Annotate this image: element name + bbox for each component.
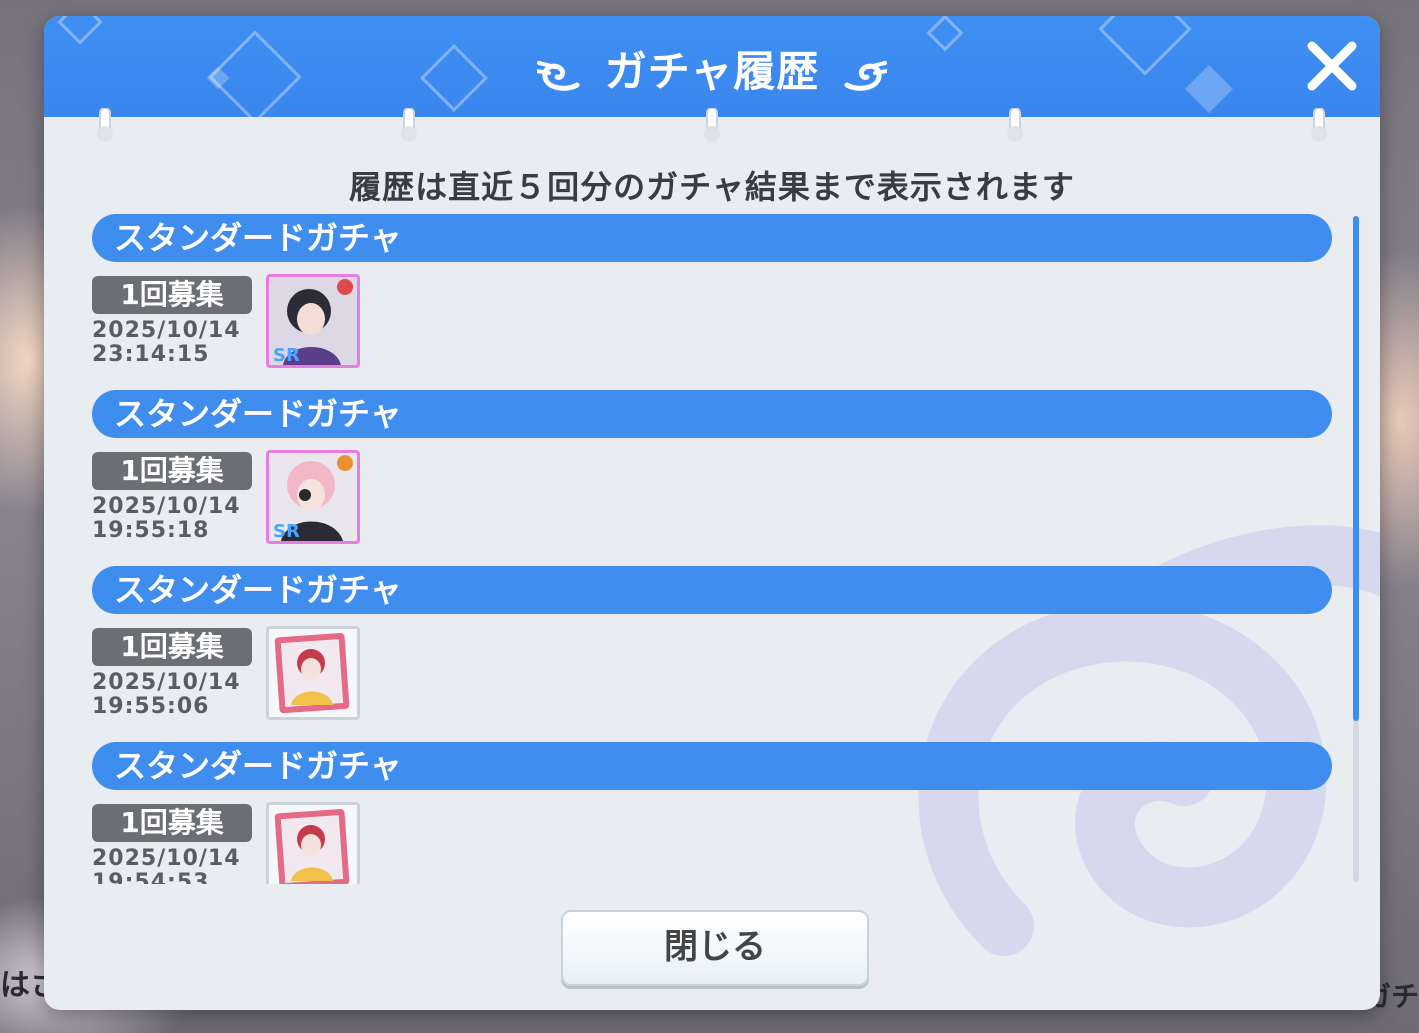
history-list[interactable]: スタンダードガチャ 1回募集 2025/10/14 23:14:15 SR スタ… <box>92 214 1334 884</box>
history-scrollbar[interactable] <box>1353 216 1359 882</box>
dialog-header: ガチャ履歴 <box>44 16 1380 117</box>
history-entry: スタンダードガチャ 1回募集 2025/10/14 19:54:53 <box>92 742 1334 884</box>
character-card-icon[interactable]: SR <box>266 274 360 368</box>
photo-card-icon[interactable] <box>266 626 360 720</box>
gacha-history-dialog: ガチャ履歴 履歴は直近５回分のガチャ結果まで表示されます スタンダードガチャ 1… <box>44 16 1380 1010</box>
scrollbar-thumb[interactable] <box>1353 216 1359 721</box>
draw-time: 19:54:53 <box>92 870 210 884</box>
svg-text:SR: SR <box>273 521 300 541</box>
draw-time: 19:55:06 <box>92 694 210 719</box>
draw-type-badge: 1回募集 <box>92 452 252 490</box>
binder-rings <box>44 108 1380 148</box>
draw-type-badge: 1回募集 <box>92 804 252 842</box>
binder-ring-icon <box>401 108 417 142</box>
history-entry: スタンダードガチャ 1回募集 2025/10/14 23:14:15 SR <box>92 214 1334 390</box>
gacha-name: スタンダードガチャ <box>92 566 1332 614</box>
binder-ring-icon <box>1311 108 1327 142</box>
history-notice: 履歴は直近５回分のガチャ結果まで表示されます <box>349 168 1075 206</box>
photo-card-icon[interactable] <box>266 802 360 884</box>
gacha-name: スタンダードガチャ <box>92 742 1332 790</box>
draw-time: 23:14:15 <box>92 342 210 367</box>
draw-date: 2025/10/14 <box>92 318 241 343</box>
right-wing-icon <box>844 60 887 91</box>
history-entry: スタンダードガチャ 1回募集 2025/10/14 19:55:18 SR <box>92 390 1334 566</box>
draw-date: 2025/10/14 <box>92 670 241 695</box>
gacha-name: スタンダードガチャ <box>92 214 1332 262</box>
history-entry: スタンダードガチャ 1回募集 2025/10/14 19:55:06 <box>92 566 1334 742</box>
binder-ring-icon <box>1007 108 1023 142</box>
gacha-name: スタンダードガチャ <box>92 390 1332 438</box>
left-wing-icon <box>537 60 580 91</box>
draw-date: 2025/10/14 <box>92 494 241 519</box>
close-icon[interactable] <box>1304 38 1360 94</box>
svg-text:SR: SR <box>273 345 300 365</box>
character-card-icon[interactable]: SR <box>266 450 360 544</box>
close-button[interactable]: 閉じる <box>561 910 869 986</box>
draw-type-badge: 1回募集 <box>92 276 252 314</box>
title-text: ガチャ履歴 <box>604 47 820 96</box>
draw-type-badge: 1回募集 <box>92 628 252 666</box>
dialog-title: ガチャ履歴 <box>44 38 1380 99</box>
draw-date: 2025/10/14 <box>92 846 241 871</box>
binder-ring-icon <box>704 108 720 142</box>
draw-time: 19:55:18 <box>92 518 210 543</box>
binder-ring-icon <box>97 108 113 142</box>
